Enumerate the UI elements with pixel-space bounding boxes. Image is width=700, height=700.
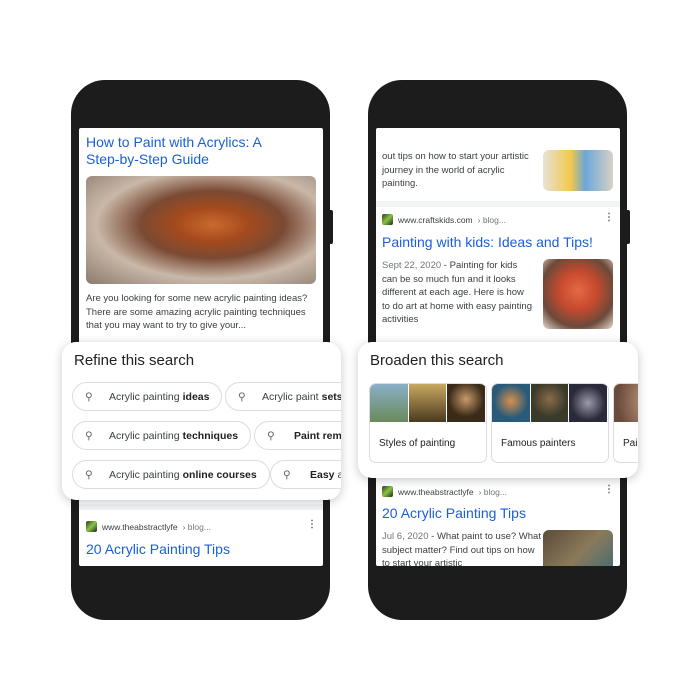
chip-bold: Paint remo — [294, 429, 341, 442]
refine-chip[interactable]: ⚲ Paint remo — [254, 421, 341, 450]
site-url: www.craftskids.com — [398, 214, 473, 225]
chip-text: Acrylic paint — [262, 390, 319, 403]
result-image[interactable] — [543, 530, 613, 566]
chip-text: Acrylic painting — [109, 390, 180, 403]
refine-chip[interactable]: ⚲ Acrylic painting online courses — [72, 460, 270, 489]
tile-image — [614, 384, 638, 422]
tile-label: Styles of painting — [379, 438, 456, 449]
result-site[interactable]: www.theabstractlyfe › blog... — [382, 486, 507, 497]
more-vert-icon[interactable]: ⋮ — [307, 519, 317, 530]
broaden-tile[interactable]: Styles of painting — [369, 383, 487, 463]
site-path: › blog... — [478, 486, 507, 497]
more-vert-icon[interactable]: ⋮ — [604, 212, 614, 223]
result-snippet: Jul 6, 2020 - What paint to use? What su… — [382, 530, 542, 566]
broaden-tile[interactable]: Pai — [613, 383, 638, 463]
chip-bold: techniques — [182, 429, 239, 442]
result-image[interactable] — [543, 259, 613, 329]
tile-label: Pai — [623, 438, 638, 449]
refine-search-card: Refine this search ⚲ Acrylic painting idea… — [62, 342, 341, 500]
tile-image — [530, 384, 569, 422]
site-favicon — [382, 486, 393, 497]
tile-image — [492, 384, 530, 422]
search-icon: ⚲ — [85, 429, 93, 442]
tile-image — [569, 384, 608, 422]
chip-bold: sets — [321, 390, 341, 403]
chip-text: Acrylic painting — [109, 468, 180, 481]
search-icon: ⚲ — [238, 390, 246, 403]
site-path: › blog... — [182, 521, 211, 532]
result-title[interactable]: 20 Acrylic Painting Tips — [86, 541, 230, 558]
card-heading: Broaden this search — [370, 352, 504, 369]
refine-chip[interactable]: ⚲ Acrylic painting ideas — [72, 382, 223, 411]
side-button — [328, 210, 333, 244]
more-vert-icon[interactable]: ⋮ — [604, 484, 614, 495]
refine-chip[interactable]: ⚲ Acrylic painting techniques — [72, 421, 252, 450]
result-date: Sept 22, 2020 — [382, 260, 442, 271]
search-icon: ⚲ — [85, 390, 93, 403]
result-title[interactable]: Painting with kids: Ideas and Tips! — [382, 234, 593, 251]
chip-text: ac — [337, 468, 341, 481]
site-favicon — [382, 214, 393, 225]
search-icon: ⚲ — [85, 468, 93, 481]
search-icon: ⚲ — [267, 429, 275, 442]
result-image[interactable] — [543, 150, 613, 191]
result-image[interactable] — [86, 176, 316, 284]
result-snippet: Are you looking for some new acrylic pai… — [86, 293, 308, 331]
side-button — [625, 210, 630, 244]
site-favicon — [86, 521, 97, 532]
tile-image — [370, 384, 408, 422]
broaden-tile[interactable]: Famous painters — [491, 383, 609, 463]
tile-image — [447, 384, 486, 422]
broaden-search-card: Broaden this search Styles of painting F… — [358, 342, 638, 478]
result-title[interactable]: 20 Acrylic Painting Tips — [382, 505, 526, 522]
site-url: www.theabstractlyfe — [102, 521, 178, 532]
tile-image — [408, 384, 447, 422]
site-url: www.theabstractlyfe — [398, 486, 474, 497]
chip-bold: online courses — [182, 468, 257, 481]
card-heading: Refine this search — [74, 352, 195, 369]
result-site[interactable]: www.craftskids.com › blog... — [382, 214, 506, 225]
result-site[interactable]: www.theabstractlyfe › blog... — [86, 521, 211, 532]
result-snippet: Sept 22, 2020 - Painting for kids can be… — [382, 260, 532, 325]
refine-chip[interactable]: ⚲ Easy ac — [270, 460, 341, 489]
site-path: › blog... — [477, 214, 506, 225]
chip-bold: ideas — [182, 390, 210, 403]
refine-chip[interactable]: ⚲ Acrylic paint sets — [225, 382, 341, 411]
result-title[interactable]: How to Paint with Acrylics: A Step-by-St… — [86, 134, 286, 168]
result-date: Jul 6, 2020 — [382, 531, 429, 542]
chip-text: Acrylic painting — [109, 429, 180, 442]
result-snippet: out tips on how to start your artistic j… — [382, 151, 529, 189]
chip-bold: Easy — [310, 468, 335, 481]
search-icon: ⚲ — [283, 468, 291, 481]
tile-label: Famous painters — [501, 438, 576, 449]
